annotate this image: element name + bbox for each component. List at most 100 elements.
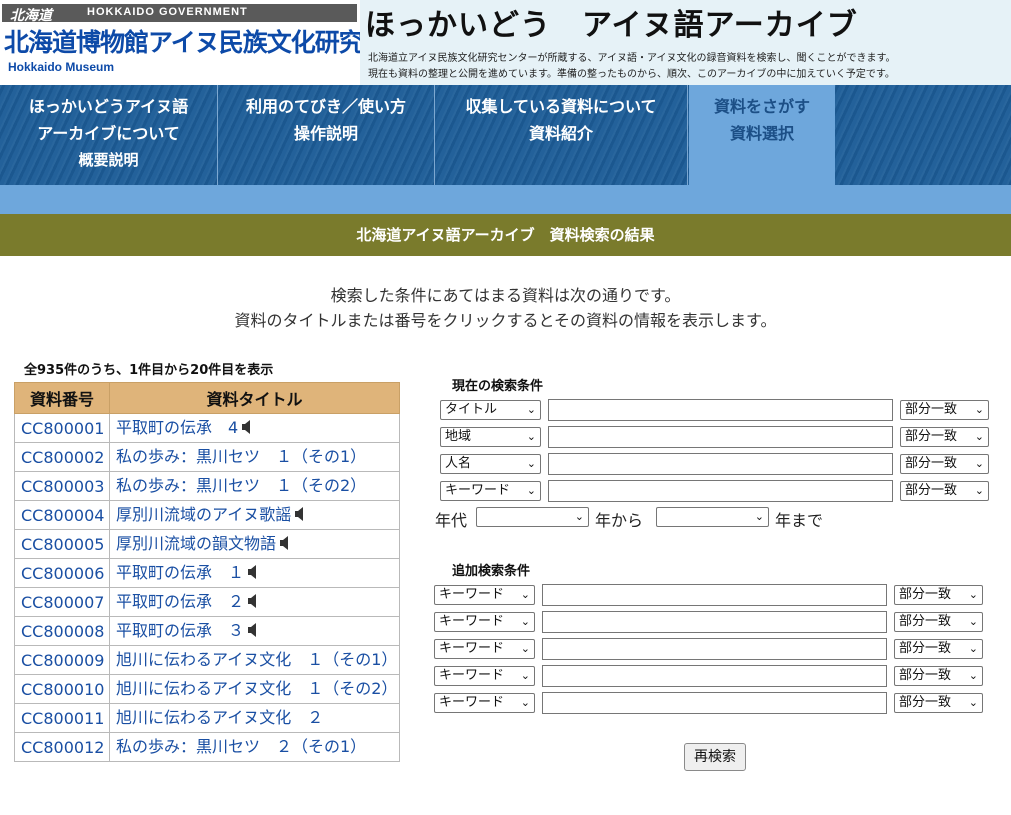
record-number-link[interactable]: CC800003 — [14, 471, 110, 501]
chevron-down-icon: ⌄ — [574, 510, 584, 523]
match-select[interactable]: 部分一致 ⌄ — [900, 454, 989, 474]
nav-empty-slot — [835, 85, 1011, 185]
match-select-value: 部分一致 — [899, 668, 952, 683]
speaker-icon[interactable] — [246, 564, 262, 580]
nav-label: アーカイブについて — [37, 124, 180, 143]
search-text-input[interactable] — [548, 426, 893, 448]
table-row: CC800003 私の歩み：黒川セツ １（その2） — [14, 471, 400, 501]
additional-match-select[interactable]: 部分一致 ⌄ — [894, 585, 983, 605]
nav-usage-guide[interactable]: 利用のてびき／使い方 操作説明 — [218, 85, 435, 185]
record-number-link[interactable]: CC800007 — [14, 587, 110, 617]
search-text-input[interactable] — [548, 453, 893, 475]
record-title-link[interactable]: 私の歩み：黒川セツ １（その1） — [116, 447, 366, 466]
record-title-link[interactable]: 旭川に伝わるアイヌ文化 ２ — [116, 708, 323, 727]
field-select-value: キーワード — [439, 614, 505, 629]
speaker-icon[interactable] — [246, 622, 262, 638]
table-row: CC800012 私の歩み：黒川セツ ２（その1） — [14, 732, 400, 762]
additional-match-select[interactable]: 部分一致 ⌄ — [894, 639, 983, 659]
record-number-link[interactable]: CC800006 — [14, 558, 110, 588]
record-title-link[interactable]: 平取町の伝承 ３ — [116, 621, 244, 640]
nav-label: 利用のてびき／使い方 — [245, 97, 406, 116]
table-row: CC800010 旭川に伝わるアイヌ文化 １（その2） — [14, 674, 400, 704]
chevron-down-icon: ⌄ — [520, 696, 530, 709]
speaker-icon[interactable] — [293, 506, 309, 522]
table-header-row: 資料番号 資料タイトル — [14, 382, 400, 414]
museum-logo[interactable]: 北海道 HOKKAIDO GOVERNMENT 北海道博物館アイヌ民族文化研究セ… — [0, 0, 460, 85]
record-title-link[interactable]: 私の歩み：黒川セツ ２（その1） — [116, 737, 366, 756]
search-text-input[interactable] — [548, 480, 893, 502]
record-title-cell: 厚別川流域のアイヌ歌謡 — [109, 500, 400, 530]
year-from-select[interactable]: ⌄ — [476, 507, 589, 527]
table-row: CC800001 平取町の伝承 4 — [14, 413, 400, 443]
additional-text-input[interactable] — [542, 665, 887, 687]
record-number-link[interactable]: CC800010 — [14, 674, 110, 704]
speaker-icon[interactable] — [240, 419, 256, 435]
year-to-select[interactable]: ⌄ — [656, 507, 769, 527]
record-title-cell: 平取町の伝承 ２ — [109, 587, 400, 617]
additional-field-select[interactable]: キーワード ⌄ — [434, 612, 535, 632]
additional-match-select[interactable]: 部分一致 ⌄ — [894, 612, 983, 632]
record-title-link[interactable]: 旭川に伝わるアイヌ文化 １（その2） — [116, 679, 397, 698]
nav-label: 資料をさがす — [713, 97, 810, 116]
nav-search-materials[interactable]: 資料をさがす 資料選択 — [689, 85, 835, 185]
record-number-link[interactable]: CC800005 — [14, 529, 110, 559]
additional-text-input[interactable] — [542, 692, 887, 714]
additional-match-select[interactable]: 部分一致 ⌄ — [894, 666, 983, 686]
match-select[interactable]: 部分一致 ⌄ — [900, 427, 989, 447]
additional-text-input[interactable] — [542, 638, 887, 660]
chevron-down-icon: ⌄ — [968, 588, 978, 601]
speaker-icon[interactable] — [278, 535, 294, 551]
field-select-value: 人名 — [445, 456, 472, 471]
record-number-link[interactable]: CC800002 — [14, 442, 110, 472]
additional-field-select[interactable]: キーワード ⌄ — [434, 585, 535, 605]
additional-field-select[interactable]: キーワード ⌄ — [434, 693, 535, 713]
record-number-link[interactable]: CC800001 — [14, 413, 110, 443]
chevron-down-icon: ⌄ — [974, 430, 984, 443]
field-select[interactable]: キーワード ⌄ — [440, 481, 541, 501]
logo-script-text: 北海道 — [10, 8, 52, 24]
record-title-link[interactable]: 平取町の伝承 ２ — [116, 592, 244, 611]
site-description-line1: 北海道立アイヌ民族文化研究センターが所蔵する、アイヌ語・アイヌ文化の録音資料を検… — [368, 53, 896, 64]
record-title-link[interactable]: 厚別川流域のアイヌ歌謡 — [116, 505, 291, 524]
table-row: CC800011 旭川に伝わるアイヌ文化 ２ — [14, 703, 400, 733]
nav-label: ほっかいどうアイヌ語 — [28, 97, 189, 116]
record-title-link[interactable]: 平取町の伝承 4 — [116, 418, 238, 437]
chevron-down-icon: ⌄ — [520, 615, 530, 628]
research-button[interactable]: 再検索 — [684, 743, 746, 771]
record-title-link[interactable]: 旭川に伝わるアイヌ文化 １（その1） — [116, 650, 397, 669]
record-number-link[interactable]: CC800011 — [14, 703, 110, 733]
nav-materials-intro[interactable]: 収集している資料について 資料紹介 — [435, 85, 688, 185]
field-select[interactable]: タイトル ⌄ — [440, 400, 541, 420]
additional-field-select[interactable]: キーワード ⌄ — [434, 666, 535, 686]
match-select-value: 部分一致 — [905, 402, 958, 417]
record-title-cell: 旭川に伝わるアイヌ文化 ２ — [109, 703, 400, 733]
record-title-cell: 私の歩み：黒川セツ ２（その1） — [109, 732, 400, 762]
nav-sublabel: 概要説明 — [78, 151, 139, 169]
record-number-link[interactable]: CC800004 — [14, 500, 110, 530]
record-title-link[interactable]: 厚別川流域の韻文物語 — [116, 534, 276, 553]
match-select[interactable]: 部分一致 ⌄ — [900, 400, 989, 420]
record-title-cell: 平取町の伝承 4 — [109, 413, 400, 443]
match-select-value: 部分一致 — [899, 614, 952, 629]
field-select[interactable]: 人名 ⌄ — [440, 454, 541, 474]
chevron-down-icon: ⌄ — [520, 642, 530, 655]
field-select[interactable]: 地域 ⌄ — [440, 427, 541, 447]
record-title-link[interactable]: 平取町の伝承 １ — [116, 563, 244, 582]
header-title: 資料タイトル — [109, 382, 400, 414]
additional-field-select[interactable]: キーワード ⌄ — [434, 639, 535, 659]
main-navigation: ほっかいどうアイヌ語 アーカイブについて 概要説明 利用のてびき／使い方 操作説… — [0, 85, 1011, 185]
additional-text-input[interactable] — [542, 611, 887, 633]
match-select[interactable]: 部分一致 ⌄ — [900, 481, 989, 501]
logo-top-band: 北海道 HOKKAIDO GOVERNMENT — [2, 4, 357, 24]
additional-text-input[interactable] — [542, 584, 887, 606]
chevron-down-icon: ⌄ — [520, 669, 530, 682]
record-title-link[interactable]: 私の歩み：黒川セツ １（その2） — [116, 476, 366, 495]
additional-match-select[interactable]: 部分一致 ⌄ — [894, 693, 983, 713]
speaker-icon[interactable] — [246, 593, 262, 609]
record-number-link[interactable]: CC800012 — [14, 732, 110, 762]
nav-about-archive[interactable]: ほっかいどうアイヌ語 アーカイブについて 概要説明 — [0, 85, 218, 185]
record-number-link[interactable]: CC800008 — [14, 616, 110, 646]
record-number-link[interactable]: CC800009 — [14, 645, 110, 675]
search-text-input[interactable] — [548, 399, 893, 421]
header-number: 資料番号 — [14, 382, 110, 414]
